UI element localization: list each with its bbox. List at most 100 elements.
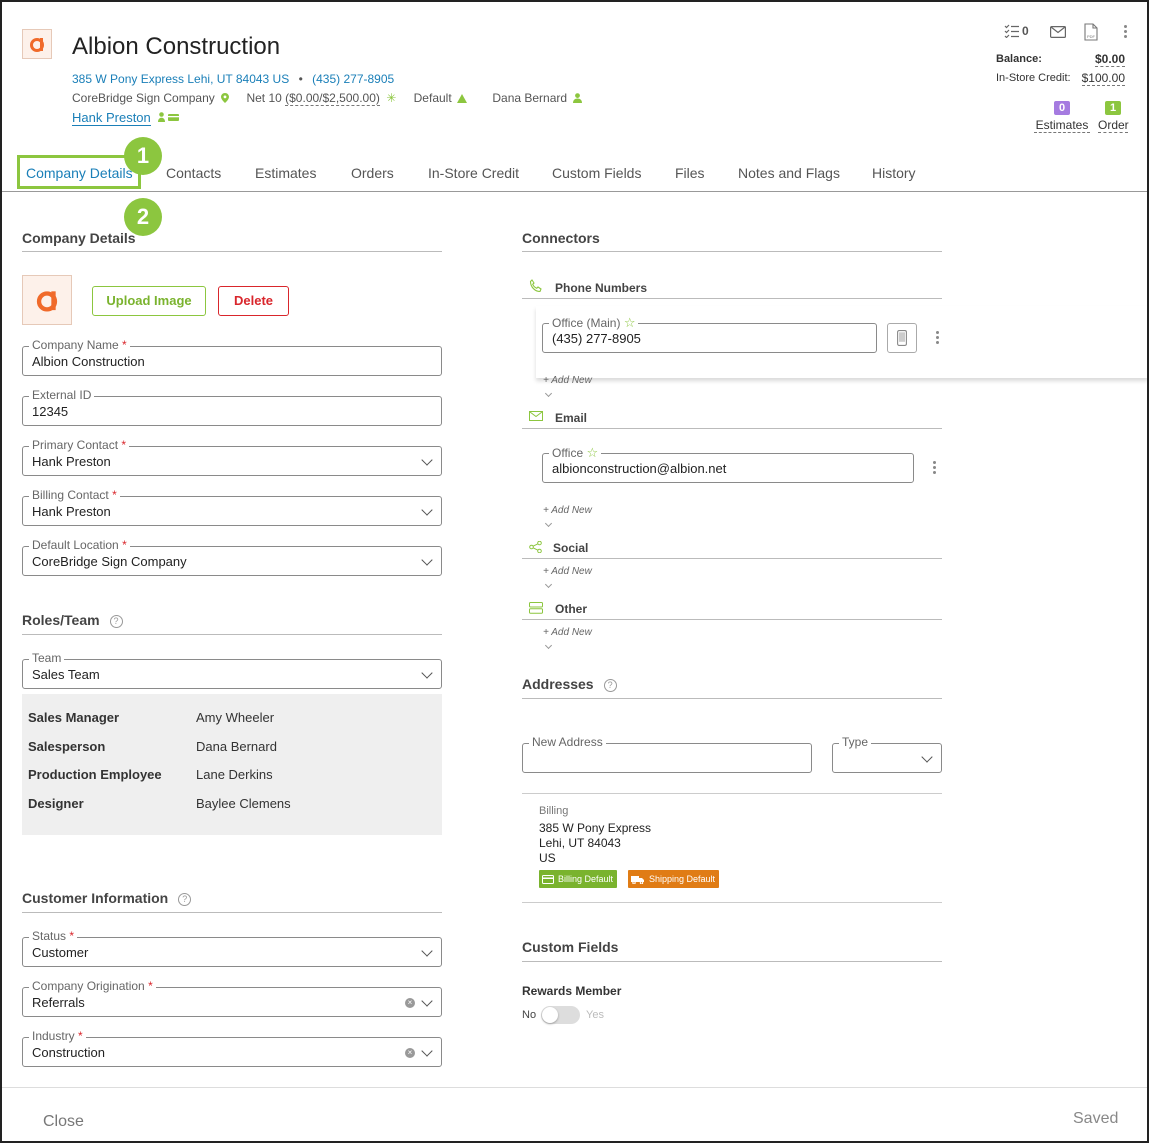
social-heading: Social <box>553 541 589 555</box>
delete-image-button[interactable]: Delete <box>218 286 289 316</box>
tab-contacts[interactable]: Contacts <box>166 165 221 181</box>
truck-icon <box>631 875 644 884</box>
other-divider <box>522 619 942 620</box>
chevron-down-icon <box>421 667 433 679</box>
company-logo <box>22 29 52 59</box>
estimates-counter[interactable]: 0 Estimates <box>1034 98 1090 133</box>
status-select[interactable]: Status * Customer <box>22 929 442 967</box>
toggle-knob <box>542 1007 558 1023</box>
other-heading: Other <box>555 602 588 616</box>
external-id-value: 12345 <box>32 404 69 419</box>
upload-image-button[interactable]: Upload Image <box>92 286 206 316</box>
company-name-field[interactable]: Company Name * Albion Construction <box>22 338 442 376</box>
external-id-field[interactable]: External ID 12345 <box>22 388 442 426</box>
chevron-down-icon[interactable] <box>544 641 553 650</box>
company-name-value: Albion Construction <box>32 354 145 369</box>
other-add-new[interactable]: + Add New <box>543 627 592 638</box>
separator-dot: • <box>298 72 303 86</box>
more-menu-icon[interactable] <box>1124 25 1128 40</box>
tab-in-store-credit[interactable]: In-Store Credit <box>428 165 519 181</box>
mobile-toggle-button[interactable] <box>887 323 917 353</box>
billing-contact-label: Billing Contact <box>32 488 109 502</box>
address-type-text: Billing <box>539 805 569 817</box>
company-origination-select[interactable]: Company Origination * Referrals × <box>22 979 442 1017</box>
new-address-field[interactable]: New Address <box>522 735 812 773</box>
address-type-select[interactable]: Type <box>832 735 942 773</box>
custom-fields-heading: Custom Fields <box>522 939 619 955</box>
social-add-new[interactable]: + Add New <box>543 566 592 577</box>
rewards-no-label: No <box>522 1009 537 1021</box>
email-office-field[interactable]: Office ☆ albionconstruction@albion.net <box>542 445 914 483</box>
help-icon[interactable]: ? <box>603 679 617 692</box>
roles-panel: Sales Manager Amy Wheeler Salesperson Dana… <box>22 694 442 835</box>
help-icon[interactable]: ? <box>109 615 123 628</box>
email-office-value: albionconstruction@albion.net <box>552 461 727 476</box>
social-divider <box>522 558 942 559</box>
customer-info-divider <box>22 912 442 913</box>
default-location-value: CoreBridge Sign Company <box>32 554 187 569</box>
address-card[interactable]: Billing 385 W Pony Express Lehi, UT 8404… <box>539 805 651 865</box>
star-icon[interactable]: ☆ <box>586 445 598 460</box>
saved-status: Saved <box>1073 1110 1119 1127</box>
location-text: CoreBridge Sign Company <box>72 91 215 105</box>
orders-counter-label: Order <box>1098 118 1129 133</box>
primary-contact-link[interactable]: Hank Preston <box>72 110 151 126</box>
footer-divider <box>2 1087 1147 1088</box>
orders-counter[interactable]: 1 Order <box>1098 98 1129 133</box>
clear-icon[interactable]: × <box>405 998 415 1008</box>
header-address-line: 385 W Pony Express Lehi, UT 84043 US • (… <box>72 72 394 86</box>
chevron-down-icon[interactable] <box>544 519 553 528</box>
person-icon <box>573 93 583 103</box>
pdf-label: PDF <box>1087 34 1095 39</box>
customer-info-heading: Customer Information? <box>22 890 192 906</box>
chevron-down-icon[interactable] <box>544 389 553 398</box>
server-icon <box>529 602 543 614</box>
pdf-button[interactable]: PDF <box>1084 23 1098 41</box>
tab-notes-and-flags[interactable]: Notes and Flags <box>738 165 840 181</box>
terms-text: Net 10 <box>246 91 282 105</box>
email-office-label: Office <box>552 446 584 460</box>
chevron-down-icon <box>921 751 933 763</box>
tasks-button[interactable]: 0 <box>1004 24 1029 38</box>
tab-history[interactable]: History <box>872 165 916 181</box>
tab-company-details[interactable]: Company Details <box>26 165 133 181</box>
map-pin-icon <box>221 93 230 103</box>
address-line-2: Lehi, UT 84043 <box>539 836 621 850</box>
tab-files[interactable]: Files <box>675 165 705 181</box>
phone-divider <box>522 298 942 299</box>
rewards-toggle[interactable] <box>541 1006 580 1024</box>
terms-detail[interactable]: ($0.00/$2,500.00) <box>285 91 380 106</box>
industry-value: Construction <box>32 1045 105 1060</box>
email-more-icon[interactable] <box>933 461 937 476</box>
share-icon <box>529 541 542 553</box>
balance-value[interactable]: $0.00 <box>1094 52 1125 67</box>
phone-add-new[interactable]: + Add New <box>543 375 592 386</box>
default-location-select[interactable]: Default Location * CoreBridge Sign Compa… <box>22 538 442 576</box>
star-icon[interactable]: ☆ <box>624 315 636 330</box>
credit-value[interactable]: $100.00 <box>1081 71 1125 86</box>
phone-link[interactable]: (435) 277-8905 <box>312 72 394 86</box>
chevron-down-icon <box>421 454 433 466</box>
tasks-count: 0 <box>1022 24 1029 38</box>
address-link[interactable]: 385 W Pony Express Lehi, UT 84043 US <box>72 72 289 86</box>
primary-contact-select[interactable]: Primary Contact * Hank Preston <box>22 438 442 476</box>
phone-more-icon[interactable] <box>936 331 940 346</box>
primary-contact-label: Primary Contact <box>32 438 119 452</box>
tab-custom-fields[interactable]: Custom Fields <box>552 165 641 181</box>
phone-office-value: (435) 277-8905 <box>552 331 641 346</box>
tax-group-text: Default <box>413 91 452 105</box>
team-value: Sales Team <box>32 667 100 682</box>
phone-office-field[interactable]: Office (Main) ☆ (435) 277-8905 <box>542 315 877 353</box>
email-add-new[interactable]: + Add New <box>543 505 592 516</box>
team-select[interactable]: Team Sales Team <box>22 651 442 689</box>
industry-select[interactable]: Industry * Construction × <box>22 1029 442 1067</box>
chevron-down-icon[interactable] <box>544 580 553 589</box>
tab-orders[interactable]: Orders <box>351 165 394 181</box>
address-type-label: Type <box>839 735 872 749</box>
clear-icon[interactable]: × <box>405 1048 415 1058</box>
help-icon[interactable]: ? <box>178 893 192 906</box>
close-button[interactable]: Close <box>43 1113 84 1131</box>
billing-contact-select[interactable]: Billing Contact * Hank Preston <box>22 488 442 526</box>
email-icon[interactable] <box>1050 26 1066 38</box>
tab-estimates[interactable]: Estimates <box>255 165 316 181</box>
